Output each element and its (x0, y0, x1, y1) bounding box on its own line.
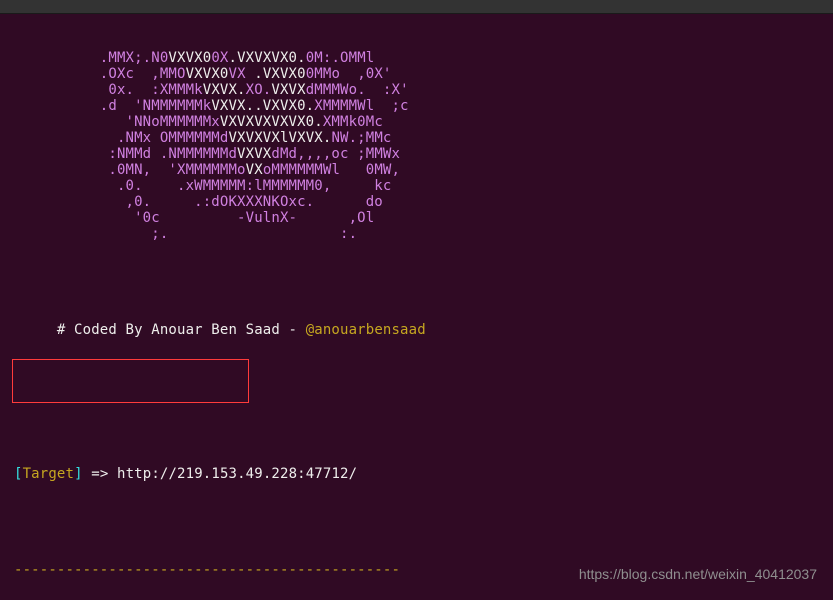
blank-line (14, 274, 819, 290)
blank-line (14, 418, 819, 434)
credit-handle: @anouarbensaad (306, 322, 426, 338)
ascii-art: .MMX;.N0VXVX00X.VXVXVX0.0M:.OMMl .OXc ,M… (14, 50, 819, 242)
target-line: [Target] => http://219.153.49.228:47712/ (14, 466, 819, 482)
terminal-window: .MMX;.N0VXVX00X.VXVXVX0.0M:.OMMl .OXc ,M… (0, 0, 833, 600)
window-titlebar (0, 0, 833, 14)
target-url: http://219.153.49.228:47712/ (117, 466, 357, 482)
watermark: https://blog.csdn.net/weixin_40412037 (579, 566, 817, 582)
terminal-output[interactable]: .MMX;.N0VXVX00X.VXVXVX0.0M:.OMMl .OXc ,M… (0, 14, 833, 600)
credit-line: # Coded By Anouar Ben Saad - @anouarbens… (14, 322, 819, 338)
blank-line (14, 514, 819, 530)
credit-text: # Coded By Anouar Ben Saad - (14, 322, 306, 338)
blank-line (14, 370, 819, 386)
